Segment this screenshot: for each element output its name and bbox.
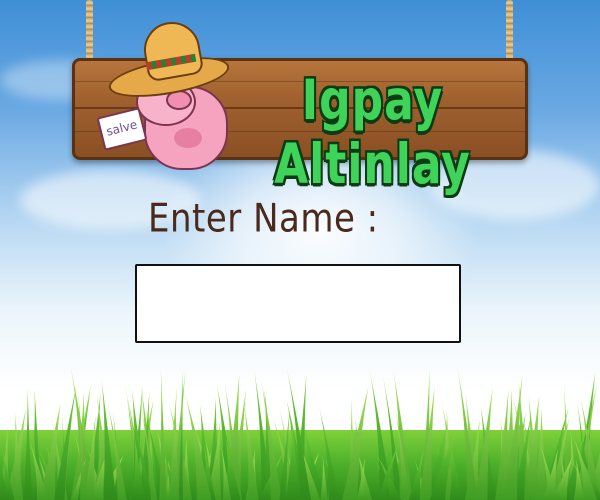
pig-with-sombrero-icon: salve	[96, 17, 236, 170]
game-title: Igpay Altinlay	[274, 69, 471, 197]
sombrero-crown	[139, 17, 205, 83]
name-input[interactable]	[135, 264, 461, 343]
pig-spot	[174, 128, 202, 148]
enter-name-label: Enter Name :	[148, 196, 379, 242]
salve-card: salve	[96, 107, 148, 151]
game-background: Igpay Altinlay salve Enter Name :	[0, 0, 600, 500]
grass-field	[0, 365, 600, 500]
